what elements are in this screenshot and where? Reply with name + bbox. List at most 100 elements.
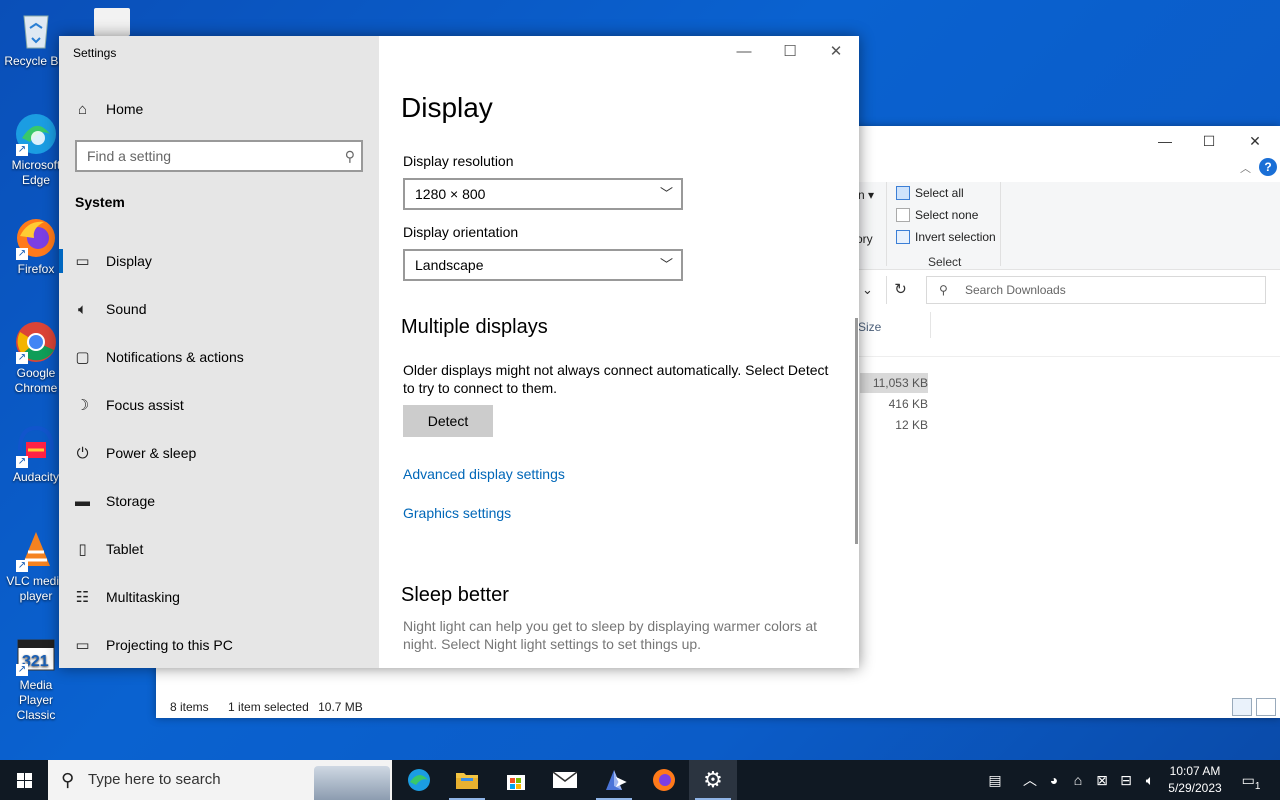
sidebar-item-projecting[interactable]: ▭ Projecting to this PC [59, 623, 379, 667]
large-icons-view-icon[interactable] [1256, 698, 1276, 716]
minimize-icon[interactable]: — [721, 36, 767, 68]
mail-icon [552, 771, 578, 788]
display-orientation-dropdown[interactable]: Landscape ﹀ [403, 249, 683, 281]
file-icon[interactable] [94, 8, 130, 36]
sidebar-item-storage[interactable]: ▬ Storage [59, 479, 379, 523]
storage-icon: ▬ [75, 492, 90, 510]
settings-nav-pane: Settings ⌂ Home Find a setting ⚲ System … [59, 36, 379, 668]
refresh-icon[interactable]: ↻ [886, 276, 914, 304]
page-title: Display [401, 92, 493, 123]
multiple-displays-description: Older displays might not always connect … [403, 362, 829, 396]
projecting-icon: ▭ [75, 637, 90, 654]
tray-chevron-up-icon[interactable]: ︿ [1020, 760, 1040, 800]
network-icon[interactable]: ⊟ [1116, 760, 1136, 800]
select-all-icon [896, 186, 910, 200]
select-all-button[interactable]: Select all [896, 186, 964, 200]
taskbar-edge[interactable] [395, 760, 443, 800]
maximize-icon[interactable]: ☐ [1186, 126, 1232, 156]
desktop-icon-label: VLC media player [6, 574, 66, 603]
settings-window[interactable]: Settings ⌂ Home Find a setting ⚲ System … [59, 36, 859, 668]
start-button[interactable] [0, 760, 48, 800]
nav-section-system: System [75, 194, 125, 210]
shortcut-arrow-icon: ↗ [16, 248, 28, 260]
column-header-size[interactable]: Size [858, 320, 881, 334]
network-globe-icon[interactable]: ◕ [1044, 760, 1064, 800]
taskbar-search-box[interactable]: ⚲ Type here to search [48, 760, 392, 800]
home-icon: ⌂ [77, 100, 88, 118]
find-setting-input[interactable]: Find a setting ⚲ [75, 140, 363, 172]
shortcut-arrow-icon: ↗ [16, 664, 28, 676]
tray-app-icon[interactable]: ⌂ [1068, 760, 1088, 800]
sidebar-item-sound[interactable]: 🔈︎ Sound [59, 287, 379, 331]
sidebar-item-power-sleep[interactable]: ⏻ Power & sleep [59, 431, 379, 475]
search-icon: ⚲ [344, 148, 355, 164]
notification-count-badge: 1 [1254, 781, 1261, 792]
desktop-icon-label: Media Player Classic [16, 678, 56, 722]
chevron-down-icon: ﹀ [659, 257, 673, 272]
desktop-icon-label: Firefox [17, 262, 55, 276]
news-interests-icon[interactable]: ▤ [982, 760, 1008, 800]
shortcut-arrow-icon: ↗ [16, 352, 28, 364]
tablet-icon: ▯ [78, 541, 87, 558]
sidebar-item-notifications[interactable]: ▢ Notifications & actions [59, 335, 379, 379]
desktop-icon-label: Google Chrome [14, 366, 58, 395]
file-size-cell[interactable]: 416 KB [860, 394, 928, 414]
store-icon [507, 775, 525, 790]
chrome-icon: ↗ [14, 320, 58, 364]
volume-muted-icon[interactable]: 🔈︎ [1140, 760, 1160, 800]
tray-security-icon[interactable]: ⊠ [1092, 760, 1112, 800]
graphics-settings-link[interactable]: Graphics settings [403, 505, 511, 521]
select-none-button[interactable]: Select none [896, 208, 978, 222]
multiple-displays-heading: Multiple displays [401, 316, 548, 338]
action-center-icon[interactable]: ▭1 [1236, 760, 1266, 800]
recycle-bin-icon [14, 8, 58, 52]
close-icon[interactable]: ✕ [813, 36, 859, 68]
sidebar-item-focus-assist[interactable]: ☽ Focus assist [59, 383, 379, 427]
speaker-icon: 🔈︎ [77, 300, 87, 318]
status-bar: 8 items 1 item selected 10.7 MB [170, 700, 363, 714]
display-resolution-label: Display resolution [403, 153, 514, 169]
ribbon-group-select-label: Select [928, 255, 962, 269]
sidebar-item-display[interactable]: ▭ Display [59, 239, 379, 283]
taskbar-mail[interactable] [541, 760, 589, 800]
invert-selection-button[interactable]: Invert selection [896, 230, 996, 244]
detect-button[interactable]: Detect [403, 405, 493, 437]
maximize-icon[interactable]: ☐ [767, 36, 813, 68]
select-none-icon [896, 208, 910, 222]
close-icon[interactable]: ✕ [1232, 126, 1278, 156]
minimize-icon[interactable]: — [1142, 126, 1188, 156]
taskbar-firefox[interactable] [640, 760, 688, 800]
shortcut-arrow-icon: ↗ [16, 456, 28, 468]
taskbar-clock[interactable]: 10:07 AM 5/29/2023 [1160, 763, 1230, 797]
taskbar-store[interactable] [492, 760, 540, 800]
sidebar-item-multitasking[interactable]: ☷ Multitasking [59, 575, 379, 619]
taskbar-settings[interactable]: ⚙ [689, 760, 737, 800]
taskbar: ⚲ Type here to search ➤ ⚙ ▤ ︿ ◕ ⌂ ⊠ ⊟ 🔈︎… [0, 760, 1280, 800]
taskbar-file-explorer[interactable] [443, 760, 491, 800]
search-downloads-input[interactable]: ⚲ Search Downloads [926, 276, 1266, 304]
ribbon-partial-item[interactable]: n ▾ [858, 188, 874, 202]
shortcut-arrow-icon: ↗ [16, 144, 28, 156]
advanced-display-settings-link[interactable]: Advanced display settings [403, 466, 565, 482]
power-icon: ⏻ [76, 444, 89, 462]
clock-date: 5/29/2023 [1168, 781, 1222, 795]
taskbar-app-active[interactable]: ➤ [590, 760, 638, 800]
display-resolution-dropdown[interactable]: 1280 × 800 ﹀ [403, 178, 683, 210]
firefox-icon [653, 769, 675, 791]
ribbon-collapse-icon[interactable]: ︿ [1240, 160, 1251, 176]
nav-home[interactable]: ⌂ Home [59, 87, 379, 131]
audacity-icon: ↗ [14, 424, 58, 468]
address-dropdown-icon[interactable]: ⌄ [862, 282, 873, 298]
gear-icon: ⚙ [703, 767, 723, 792]
status-item-count: 8 items [170, 700, 209, 714]
content-scrollbar[interactable] [855, 318, 858, 544]
edge-icon [408, 769, 430, 791]
nav-home-label: Home [106, 101, 144, 117]
firefox-icon: ↗ [14, 216, 58, 260]
file-size-cell[interactable]: 11,053 KB [860, 373, 928, 393]
sidebar-item-tablet[interactable]: ▯ Tablet [59, 527, 379, 571]
details-view-icon[interactable] [1232, 698, 1252, 716]
help-icon[interactable]: ? [1259, 158, 1277, 176]
file-size-cell[interactable]: 12 KB [860, 415, 928, 435]
desktop-icon-label: Microsoft Edge [11, 158, 61, 187]
